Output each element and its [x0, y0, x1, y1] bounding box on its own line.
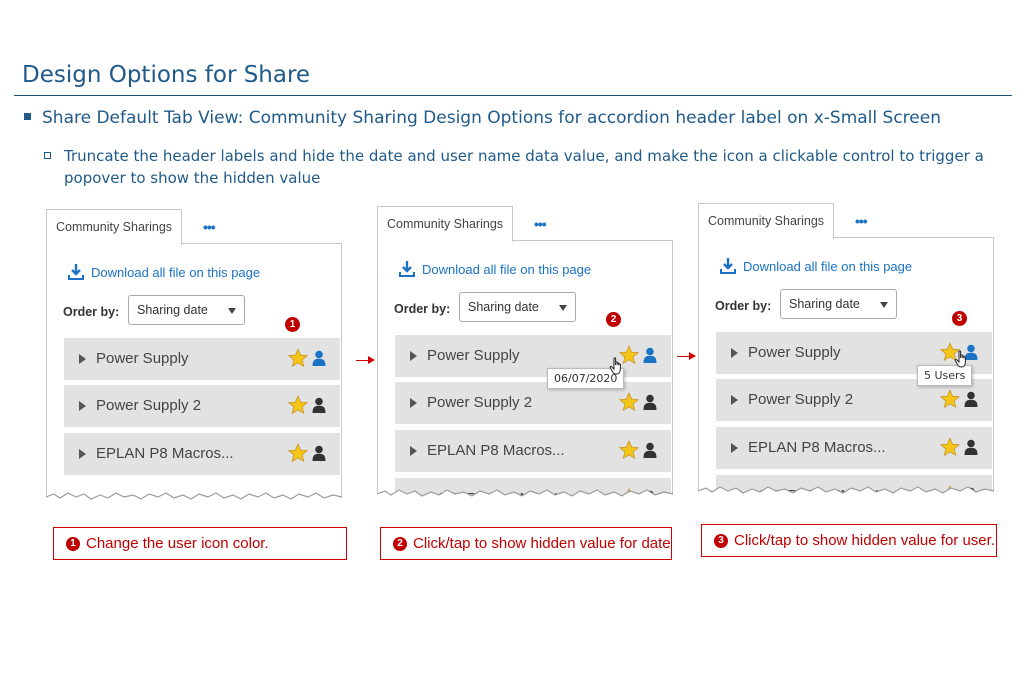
- order-by-label: Order by:: [63, 305, 120, 319]
- share-panel-option-1: Community Sharings ••• Download all file…: [46, 209, 342, 509]
- callout-marker-3: 3: [714, 533, 728, 548]
- star-icon[interactable]: [287, 347, 309, 373]
- tab-community-sharings[interactable]: Community Sharings: [46, 209, 183, 245]
- accordion-row[interactable]: Power Supply: [395, 335, 671, 377]
- accordion-row-label: Power Supply: [96, 350, 189, 367]
- chevron-down-icon: [228, 308, 236, 314]
- bullet-hollow-square-icon: [44, 152, 51, 159]
- user-icon[interactable]: [312, 445, 326, 466]
- torn-edge: [698, 479, 994, 503]
- expand-caret-icon[interactable]: [410, 446, 417, 456]
- callout-marker-2: 2: [393, 536, 407, 551]
- accordion-row[interactable]: Power Supply 2: [395, 382, 671, 424]
- star-icon[interactable]: [618, 391, 640, 417]
- order-by-select[interactable]: Sharing date: [128, 295, 245, 325]
- download-icon: [720, 258, 736, 274]
- step-marker-2: 2: [606, 312, 621, 327]
- flow-arrow-2: [677, 352, 696, 360]
- tab-community-sharings[interactable]: Community Sharings: [377, 206, 514, 242]
- bullet-square-icon: [24, 113, 31, 120]
- callout-1-text: Change the user icon color.: [86, 535, 269, 552]
- accordion-row-label: EPLAN P8 Macros...: [96, 445, 234, 462]
- callout-1: 1 Change the user icon color.: [53, 527, 347, 560]
- user-icon[interactable]: [643, 347, 657, 368]
- accordion-row-label: Power Supply 2: [96, 397, 202, 414]
- share-panel-option-3: Community Sharings ••• Download all file…: [698, 203, 994, 503]
- expand-caret-icon[interactable]: [731, 443, 738, 453]
- torn-edge: [46, 485, 342, 509]
- accordion-row[interactable]: EPLAN P8 Macros...: [64, 433, 340, 475]
- accordion-row-label: Power Supply 2: [748, 391, 854, 408]
- chevron-down-icon: [880, 302, 888, 308]
- star-icon[interactable]: [618, 439, 640, 465]
- accordion-row-label: EPLAN P8 Macros...: [427, 442, 565, 459]
- download-all-link[interactable]: Download all file on this page: [398, 260, 591, 278]
- download-all-label: Download all file on this page: [743, 258, 913, 274]
- expand-caret-icon[interactable]: [79, 401, 86, 411]
- callout-2: 2 Click/tap to show hidden value for date: [380, 527, 672, 560]
- accordion-row[interactable]: EPLAN P8 Macros...: [395, 430, 671, 472]
- callout-2-text: Click/tap to show hidden value for date: [413, 535, 671, 552]
- star-icon[interactable]: [287, 442, 309, 468]
- user-icon[interactable]: [643, 442, 657, 463]
- accordion-row[interactable]: Power Supply 2: [64, 385, 340, 427]
- more-tabs-icon[interactable]: •••: [203, 219, 216, 235]
- download-all-label: Download all file on this page: [91, 264, 261, 280]
- accordion-row[interactable]: Power Supply: [64, 338, 340, 380]
- user-icon[interactable]: [312, 350, 326, 371]
- star-icon[interactable]: [939, 388, 961, 414]
- star-icon[interactable]: [939, 436, 961, 462]
- download-icon: [68, 264, 84, 280]
- expand-caret-icon[interactable]: [410, 351, 417, 361]
- callout-marker-1: 1: [66, 536, 80, 551]
- expand-caret-icon[interactable]: [79, 354, 86, 364]
- callout-3: 3 Click/tap to show hidden value for user…: [701, 524, 997, 557]
- hand-cursor-icon: [609, 357, 625, 380]
- order-by-select[interactable]: Sharing date: [780, 289, 897, 319]
- user-icon[interactable]: [964, 439, 978, 460]
- bullet-level-2: Truncate the header labels and hide the …: [44, 145, 1004, 189]
- accordion-row-label: Power Supply: [748, 344, 841, 361]
- order-by-value: Sharing date: [468, 300, 539, 314]
- step-marker-1: 1: [285, 317, 300, 332]
- torn-edge: [377, 482, 673, 506]
- star-icon[interactable]: [287, 394, 309, 420]
- download-all-link[interactable]: Download all file on this page: [67, 263, 260, 281]
- order-by-value: Sharing date: [137, 303, 208, 317]
- expand-caret-icon[interactable]: [731, 348, 738, 358]
- expand-caret-icon[interactable]: [410, 398, 417, 408]
- chevron-down-icon: [559, 305, 567, 311]
- step-marker-3: 3: [952, 311, 967, 326]
- more-tabs-icon[interactable]: •••: [855, 213, 868, 229]
- bullet-2-text: Truncate the header labels and hide the …: [64, 147, 984, 187]
- order-by-label: Order by:: [715, 299, 772, 313]
- hand-cursor-icon: [954, 350, 970, 373]
- download-all-link[interactable]: Download all file on this page: [719, 257, 912, 275]
- tab-community-sharings[interactable]: Community Sharings: [698, 203, 835, 239]
- order-by-value: Sharing date: [789, 297, 860, 311]
- expand-caret-icon[interactable]: [731, 395, 738, 405]
- title-divider: [14, 95, 1012, 96]
- accordion-row-label: EPLAN P8 Macros...: [748, 439, 886, 456]
- user-icon[interactable]: [643, 394, 657, 415]
- accordion-row-label: Power Supply 2: [427, 394, 533, 411]
- slide-title: Design Options for Share: [22, 62, 311, 88]
- download-all-label: Download all file on this page: [422, 261, 592, 277]
- download-icon: [399, 261, 415, 277]
- accordion-row[interactable]: EPLAN P8 Macros...: [716, 427, 992, 469]
- more-tabs-icon[interactable]: •••: [534, 216, 547, 232]
- expand-caret-icon[interactable]: [79, 449, 86, 459]
- bullet-1-text: Share Default Tab View: Community Sharin…: [42, 108, 941, 128]
- order-by-label: Order by:: [394, 302, 451, 316]
- bullet-level-1: Share Default Tab View: Community Sharin…: [24, 108, 941, 128]
- accordion-row-label: Power Supply: [427, 347, 520, 364]
- flow-arrow-1: [356, 356, 375, 364]
- share-panel-option-2: Community Sharings ••• Download all file…: [377, 206, 673, 506]
- callout-3-text: Click/tap to show hidden value for user.: [734, 532, 995, 549]
- user-icon[interactable]: [964, 391, 978, 412]
- order-by-select[interactable]: Sharing date: [459, 292, 576, 322]
- user-icon[interactable]: [312, 397, 326, 418]
